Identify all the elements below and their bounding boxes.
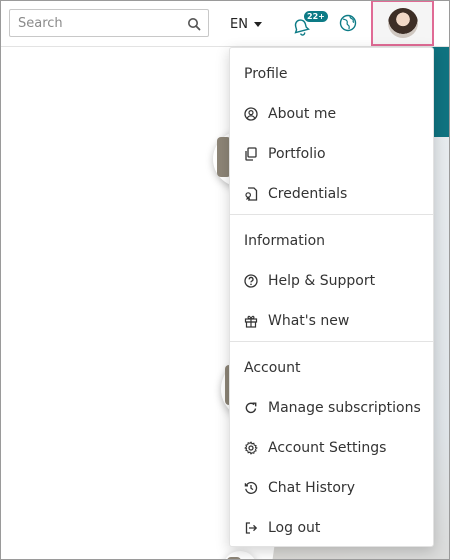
- gift-icon: [244, 314, 258, 328]
- menu-item-label: Manage subscriptions: [268, 400, 421, 416]
- menu-item-label: Account Settings: [268, 440, 387, 456]
- notifications-button[interactable]: 22+: [291, 10, 329, 37]
- search-input[interactable]: [10, 10, 180, 36]
- menu-item-label: About me: [268, 106, 337, 122]
- menu-item-credentials[interactable]: Credentials: [230, 174, 433, 214]
- menu-item-about-me[interactable]: About me: [230, 94, 433, 134]
- avatar: [388, 8, 418, 38]
- app-window: EN 22+ Profile: [0, 0, 450, 560]
- language-label: EN: [230, 16, 248, 32]
- menu-item-account-settings[interactable]: Account Settings: [230, 428, 433, 468]
- menu-section-profile: Profile About me Portfolio Credentials: [230, 48, 433, 215]
- language-selector[interactable]: EN: [230, 14, 262, 34]
- menu-item-chat-history[interactable]: Chat History: [230, 468, 433, 508]
- menu-item-label: What's new: [268, 313, 350, 329]
- menu-section-information: Information Help & Support What's new: [230, 215, 433, 342]
- user-menu-button[interactable]: [371, 1, 434, 46]
- refresh-icon: [244, 401, 258, 415]
- copy-documents-icon: [244, 147, 258, 161]
- menu-item-label: Portfolio: [268, 146, 326, 162]
- logout-icon: [244, 521, 258, 535]
- menu-section-account: Account Manage subscriptions Account Set…: [230, 342, 433, 548]
- notification-count-badge: 22+: [303, 10, 329, 23]
- menu-item-manage-subscriptions[interactable]: Manage subscriptions: [230, 388, 433, 428]
- menu-item-log-out[interactable]: Log out: [230, 508, 433, 548]
- menu-item-label: Log out: [268, 520, 321, 536]
- section-heading: Account: [244, 360, 301, 376]
- history-icon: [244, 481, 258, 495]
- profile-photo-circle: [223, 551, 257, 559]
- menu-item-label: Help & Support: [268, 273, 376, 289]
- menu-item-whats-new[interactable]: What's new: [230, 301, 433, 341]
- menu-item-portfolio[interactable]: Portfolio: [230, 134, 433, 174]
- menu-item-label: Credentials: [268, 186, 348, 202]
- menu-item-help-support[interactable]: Help & Support: [230, 261, 433, 301]
- question-circle-icon: [244, 274, 258, 288]
- user-circle-icon: [244, 107, 258, 121]
- section-heading: Information: [244, 233, 326, 249]
- globe-chat-icon[interactable]: [338, 13, 358, 33]
- menu-item-label: Chat History: [268, 480, 355, 496]
- search-box: [9, 9, 209, 37]
- gear-icon: [244, 441, 258, 455]
- certificate-icon: [244, 187, 258, 201]
- section-heading: Profile: [244, 66, 288, 82]
- chevron-down-icon: [253, 21, 262, 27]
- search-icon[interactable]: [187, 16, 201, 31]
- user-dropdown-menu: Profile About me Portfolio Credentials I…: [229, 47, 434, 547]
- top-bar: EN 22+: [1, 1, 449, 47]
